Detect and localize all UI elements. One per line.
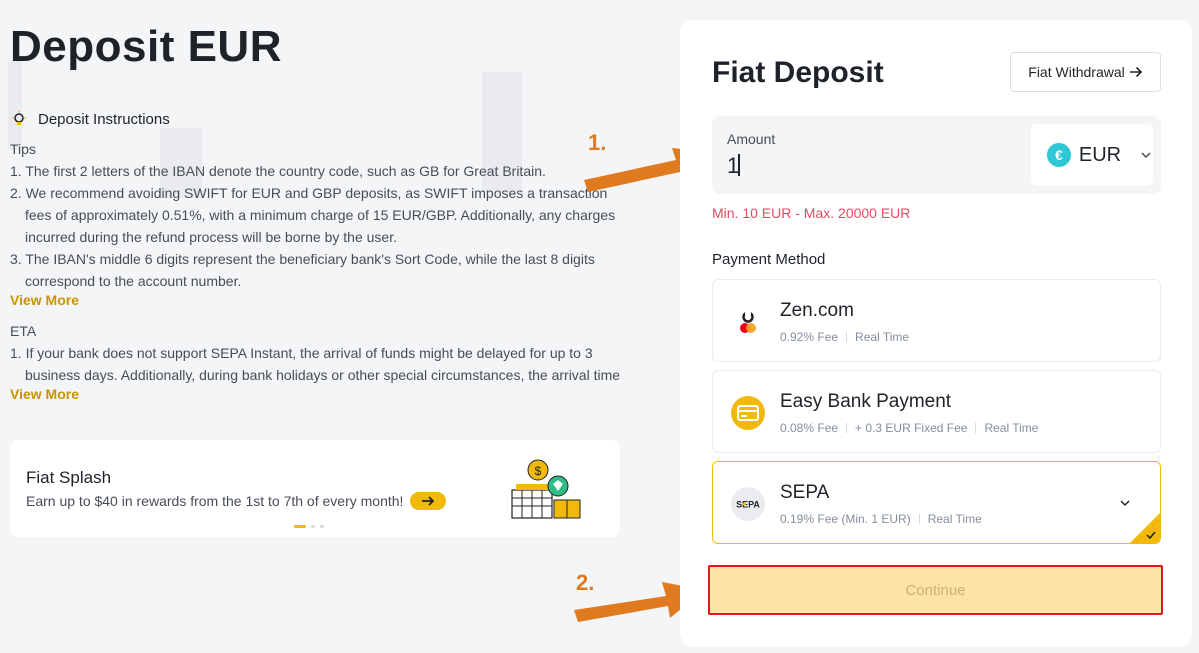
chevron-down-icon[interactable] xyxy=(1118,496,1132,510)
svg-text:SEPA: SEPA xyxy=(736,500,760,510)
sepa-icon: SEPA xyxy=(731,487,765,521)
view-more-eta-link[interactable]: View More xyxy=(10,386,79,402)
fiat-withdrawal-button[interactable]: Fiat Withdrawal xyxy=(1010,52,1161,92)
splash-title: Fiat Splash xyxy=(26,468,112,487)
carousel-dot[interactable] xyxy=(311,525,315,528)
card-title: Fiat Deposit xyxy=(712,56,884,89)
carousel-dot[interactable] xyxy=(320,525,324,528)
payment-method-label: Payment Method xyxy=(712,251,826,268)
speed-text: Real Time xyxy=(984,421,1039,435)
lightbulb-icon xyxy=(10,110,28,128)
carousel-dot[interactable] xyxy=(294,525,306,528)
deposit-instructions-heading: Deposit Instructions xyxy=(10,110,170,128)
instructions-heading-label: Deposit Instructions xyxy=(38,110,170,128)
zen-icon xyxy=(731,305,765,339)
divider xyxy=(975,423,977,433)
currency-code: EUR xyxy=(1078,143,1122,166)
speed-text: Real Time xyxy=(855,330,910,344)
continue-button[interactable]: Continue xyxy=(708,565,1163,615)
payment-option-zen[interactable]: Zen.com 0.92% Fee Real Time xyxy=(712,279,1161,362)
fiat-splash-banner[interactable]: Fiat Splash Earn up to $40 in rewards fr… xyxy=(10,440,620,537)
payment-option-name: SEPA xyxy=(780,482,830,503)
arrow-right-icon xyxy=(1129,66,1142,78)
card-icon xyxy=(731,396,765,430)
divider xyxy=(846,423,848,433)
speed-text: Real Time xyxy=(927,512,982,526)
payment-option-name: Zen.com xyxy=(780,300,854,321)
euro-icon: € xyxy=(1047,143,1071,167)
payment-option-sepa[interactable]: SEPA SEPA 0.19% Fee (Min. 1 EUR) Real Ti… xyxy=(712,461,1161,544)
fee-text: 0.92% Fee xyxy=(780,330,839,344)
chevron-down-icon xyxy=(1141,152,1151,159)
svg-text:$: $ xyxy=(535,464,542,478)
rewards-illustration: $ xyxy=(508,458,588,522)
checkmark-icon xyxy=(1146,531,1156,539)
divider xyxy=(918,514,920,524)
carousel-indicator[interactable] xyxy=(294,525,324,528)
view-more-tips-link[interactable]: View More xyxy=(10,292,79,308)
eta-list: 1. If your bank does not support SEPA In… xyxy=(10,342,630,386)
currency-select[interactable]: € EUR xyxy=(1031,124,1153,186)
splash-description: Earn up to $40 in rewards from the 1st t… xyxy=(26,493,404,509)
tip-item: 3. The IBAN's middle 6 digits represent … xyxy=(10,251,595,289)
eta-item: 1. If your bank does not support SEPA In… xyxy=(10,345,621,383)
payment-option-meta: 0.19% Fee (Min. 1 EUR) Real Time xyxy=(780,512,982,526)
tip-item: 1. The first 2 letters of the IBAN denot… xyxy=(10,163,546,179)
amount-limit-error: Min. 10 EUR - Max. 20000 EUR xyxy=(712,205,911,221)
divider xyxy=(846,332,848,342)
tips-label: Tips xyxy=(10,141,36,157)
extra-fee-text: + 0.3 EUR Fixed Fee xyxy=(855,421,968,435)
fee-text: 0.08% Fee xyxy=(780,421,839,435)
amount-field[interactable]: Amount € EUR xyxy=(712,116,1161,194)
payment-option-name: Easy Bank Payment xyxy=(780,391,952,412)
fee-text: 0.19% Fee (Min. 1 EUR) xyxy=(780,512,911,526)
fiat-withdrawal-label: Fiat Withdrawal xyxy=(1028,64,1125,80)
text-caret xyxy=(738,154,740,176)
arrow-right-icon[interactable] xyxy=(410,492,446,510)
amount-input[interactable] xyxy=(727,152,977,180)
tips-list: 1. The first 2 letters of the IBAN denot… xyxy=(10,160,630,292)
fiat-deposit-card: Fiat Deposit Fiat Withdrawal Amount € EU… xyxy=(680,20,1192,647)
eta-label: ETA xyxy=(10,323,37,339)
tip-item: 2. We recommend avoiding SWIFT for EUR a… xyxy=(10,185,616,245)
amount-label: Amount xyxy=(727,131,776,147)
page-title: Deposit EUR xyxy=(10,22,282,71)
background-decoration xyxy=(8,60,22,150)
payment-option-meta: 0.92% Fee Real Time xyxy=(780,330,909,344)
payment-option-easy-bank[interactable]: Easy Bank Payment 0.08% Fee + 0.3 EUR Fi… xyxy=(712,370,1161,453)
payment-option-meta: 0.08% Fee + 0.3 EUR Fixed Fee Real Time xyxy=(780,421,1038,435)
